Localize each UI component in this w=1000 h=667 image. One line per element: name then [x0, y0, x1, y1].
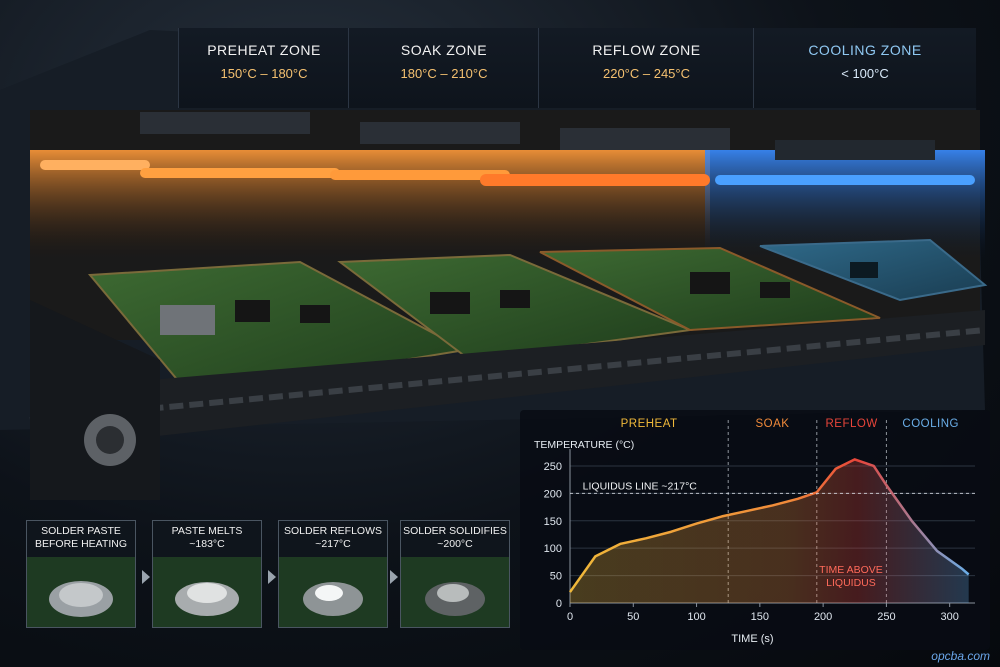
step-card-solidifies: SOLDER SOLIDIFIES ~200°C [400, 520, 510, 628]
time-above-liquidus-label: TIME ABOVE LIQUIDUS [819, 564, 883, 589]
zone-name: PREHEAT ZONE [207, 42, 321, 58]
x-tick-label: 250 [877, 611, 895, 623]
phase-label: COOLING [902, 418, 959, 430]
x-tick-label: 100 [687, 611, 705, 623]
zone-name: SOAK ZONE [400, 42, 488, 58]
reflow-profile-chart: 0 50 100 150 200 250 0 50 100 150 200 250 300 PREHEAT… [520, 410, 990, 650]
zone-header-preheat: PREHEAT ZONE 150°C – 180°C [178, 28, 349, 108]
liquidus-label: LIQUIDUS LINE ~217°C [583, 480, 698, 492]
chart-svg: 0 50 100 150 200 250 0 50 100 150 200 250 300 PREHEAT… [534, 418, 975, 645]
y-axis-label: TEMPERATURE (°C) [534, 439, 634, 451]
step-label: SOLDER SOLIDIFIES ~200°C [403, 525, 507, 550]
solder-reflow-image [279, 557, 387, 627]
y-tick-label: 200 [544, 488, 562, 500]
zone-header-reflow: REFLOW ZONE 220°C – 245°C [538, 28, 754, 108]
solder-paste-image [27, 557, 135, 627]
zone-temp: 180°C – 210°C [400, 66, 488, 81]
step-card-paste: SOLDER PASTE BEFORE HEATING [26, 520, 136, 628]
arrow-right-icon [268, 570, 276, 584]
x-tick-label: 50 [627, 611, 639, 623]
zone-temp: 220°C – 245°C [602, 66, 690, 81]
y-tick-label: 50 [550, 571, 562, 583]
zone-name: COOLING ZONE [808, 42, 922, 58]
y-tick-label: 250 [544, 461, 562, 473]
x-tick-label: 300 [941, 611, 959, 623]
arrow-right-icon [142, 570, 150, 584]
zone-header-soak: SOAK ZONE 180°C – 210°C [348, 28, 539, 108]
solder-solid-image [401, 557, 509, 627]
phase-label: PREHEAT [621, 418, 678, 430]
x-tick-label: 0 [567, 611, 573, 623]
y-tick-label: 150 [544, 516, 562, 528]
arrow-right-icon [390, 570, 398, 584]
zone-temp: < 100°C [841, 66, 889, 81]
step-label: PASTE MELTS ~183°C [171, 525, 243, 550]
reflow-oven-scene: PREHEAT ZONE 150°C – 180°C SOAK ZONE 180… [0, 0, 1000, 667]
zone-temp: 150°C – 180°C [220, 66, 308, 81]
phase-label: SOAK [756, 418, 790, 430]
x-tick-label: 150 [751, 611, 769, 623]
y-tick-label: 0 [556, 598, 562, 610]
x-tick-label: 200 [814, 611, 832, 623]
step-label: SOLDER REFLOWS ~217°C [283, 525, 383, 550]
x-axis-label: TIME (s) [731, 633, 773, 645]
step-card-reflows: SOLDER REFLOWS ~217°C [278, 520, 388, 628]
zone-name: REFLOW ZONE [592, 42, 701, 58]
phase-label: REFLOW [826, 418, 878, 430]
y-tick-label: 100 [544, 543, 562, 555]
step-label: SOLDER PASTE BEFORE HEATING [35, 525, 127, 550]
paste-melting-image [153, 557, 261, 627]
step-card-melts: PASTE MELTS ~183°C [152, 520, 262, 628]
zone-header-cooling: COOLING ZONE < 100°C [753, 28, 976, 108]
watermark: opcba.com [931, 649, 990, 663]
